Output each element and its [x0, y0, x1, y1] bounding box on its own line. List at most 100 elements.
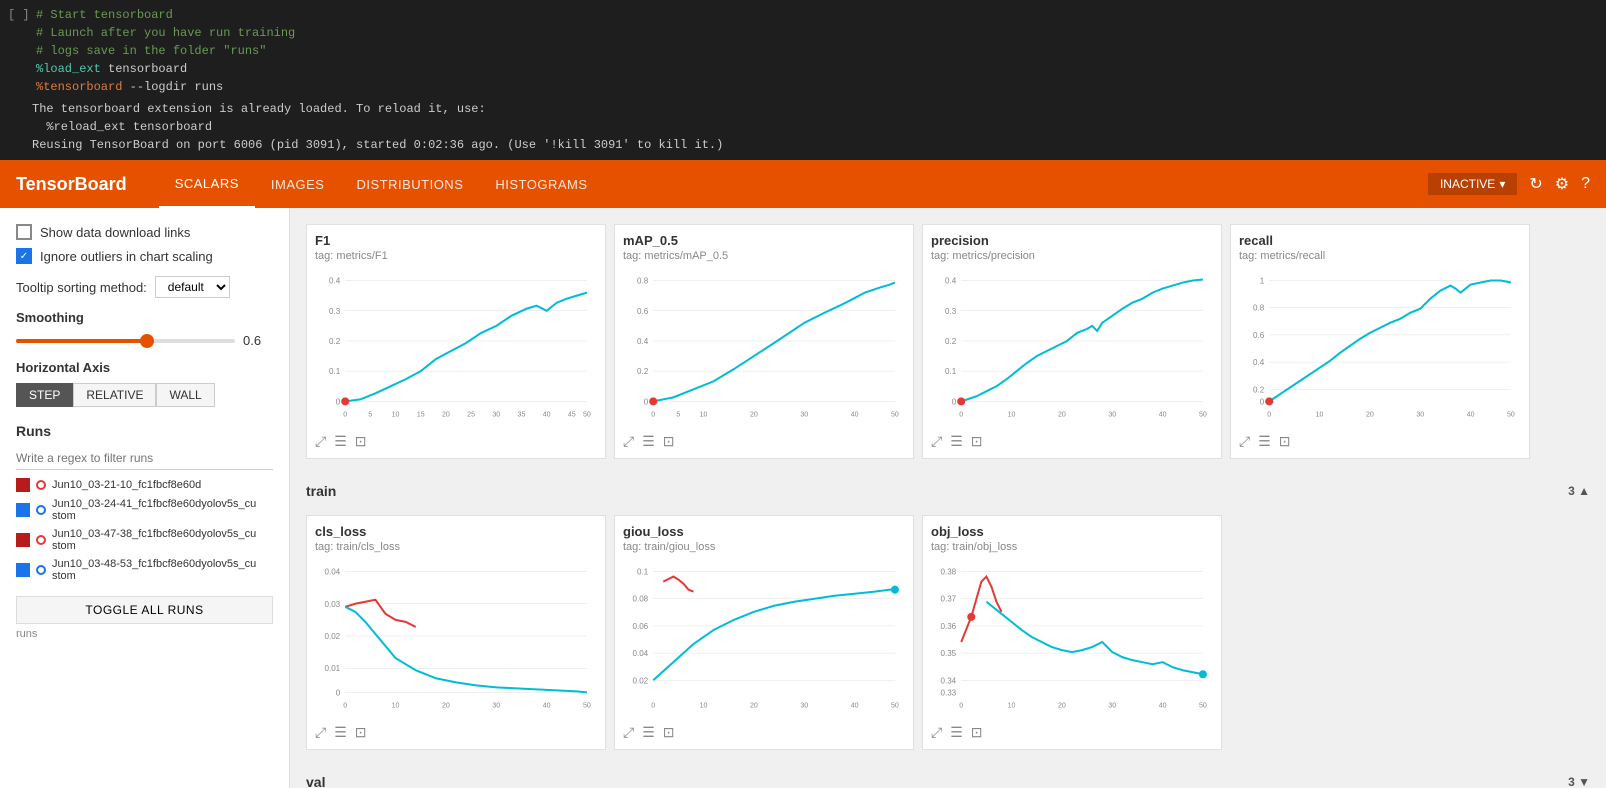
expand-icon[interactable]: ⤢ [931, 724, 942, 741]
svg-text:0.4: 0.4 [329, 277, 341, 286]
menu-icon[interactable]: ☰ [642, 724, 655, 741]
tooltip-label: Tooltip sorting method: [16, 280, 147, 295]
run-2-checkbox[interactable] [16, 503, 30, 517]
svg-text:40: 40 [1159, 703, 1167, 710]
train-section-header: train 3 ▲ [306, 475, 1590, 507]
svg-text:40: 40 [1467, 412, 1475, 419]
svg-text:0.04: 0.04 [325, 568, 341, 577]
chart-f1-actions: ⤢ ☰ ⊡ [315, 433, 597, 450]
expand-icon[interactable]: ⤢ [315, 724, 326, 741]
chart-f1: F1 tag: metrics/F1 0.4 0.3 0.2 [306, 224, 606, 459]
help-icon[interactable]: ? [1581, 175, 1590, 193]
show-download-checkbox[interactable] [16, 224, 32, 240]
status-badge[interactable]: INACTIVE ▾ [1428, 173, 1517, 195]
expand-icon[interactable]: ⤢ [623, 724, 634, 741]
val-section-toggle[interactable]: 3 ▼ [1568, 775, 1590, 788]
ignore-outliers-checkbox[interactable]: ✓ [16, 248, 32, 264]
expand-icon[interactable]: ⤢ [315, 433, 326, 450]
svg-text:0: 0 [959, 412, 963, 419]
svg-text:0.8: 0.8 [637, 277, 649, 286]
axis-relative-button[interactable]: RELATIVE [73, 383, 156, 407]
nav-scalars[interactable]: SCALARS [159, 160, 255, 208]
download-icon[interactable]: ⊡ [1279, 433, 1291, 450]
menu-icon[interactable]: ☰ [642, 433, 655, 450]
run-1-checkbox[interactable] [16, 478, 30, 492]
svg-text:0: 0 [644, 397, 649, 406]
axis-step-button[interactable]: STEP [16, 383, 73, 407]
chevron-down-icon: ▾ [1499, 177, 1505, 191]
download-icon[interactable]: ⊡ [355, 724, 367, 741]
train-section-toggle[interactable]: 3 ▲ [1568, 484, 1590, 498]
download-icon[interactable]: ⊡ [971, 724, 983, 741]
menu-icon[interactable]: ☰ [950, 433, 963, 450]
svg-text:0.4: 0.4 [637, 337, 649, 346]
show-download-label: Show data download links [40, 225, 190, 240]
svg-text:20: 20 [442, 703, 450, 710]
menu-icon[interactable]: ☰ [950, 724, 963, 741]
toggle-all-runs-button[interactable]: TOGGLE ALL RUNS [16, 596, 273, 624]
notebook-area: [ ] # Start tensorboard # Launch after y… [0, 0, 1606, 160]
menu-icon[interactable]: ☰ [334, 433, 347, 450]
smoothing-value: 0.6 [243, 333, 273, 348]
output-line: %reload_ext tensorboard [32, 118, 1598, 136]
svg-text:1: 1 [1260, 277, 1265, 286]
nav-distributions[interactable]: DISTRIBUTIONS [340, 160, 479, 208]
chart-objloss-actions: ⤢ ☰ ⊡ [931, 724, 1213, 741]
notebook-cell-1: [ ] # Start tensorboard # Launch after y… [0, 4, 1606, 98]
svg-text:0.2: 0.2 [637, 367, 649, 376]
svg-text:10: 10 [700, 703, 708, 710]
status-text: INACTIVE [1440, 177, 1495, 191]
axis-wall-button[interactable]: WALL [156, 383, 214, 407]
svg-text:0.1: 0.1 [637, 568, 649, 577]
tooltip-select[interactable]: default [155, 276, 230, 298]
cell-content: # Start tensorboard # Launch after you h… [36, 6, 1598, 96]
svg-text:0: 0 [959, 703, 963, 710]
svg-text:30: 30 [800, 412, 808, 419]
run-4-checkbox[interactable] [16, 563, 30, 577]
run-item-4: Jun10_03-48-53_fc1fbcf8e60dyolov5s_cu st… [16, 558, 273, 582]
svg-text:50: 50 [583, 703, 591, 710]
refresh-icon[interactable]: ↻ [1529, 174, 1542, 194]
expand-icon[interactable]: ⤢ [1239, 433, 1250, 450]
run-item-3: Jun10_03-47-38_fc1fbcf8e60dyolov5s_cu st… [16, 528, 273, 552]
chart-map05-actions: ⤢ ☰ ⊡ [623, 433, 905, 450]
nav-images[interactable]: IMAGES [255, 160, 341, 208]
chart-map05: mAP_0.5 tag: metrics/mAP_0.5 0.8 0.6 0.4… [614, 224, 914, 459]
svg-text:20: 20 [750, 703, 758, 710]
run-3-checkbox[interactable] [16, 533, 30, 547]
svg-text:50: 50 [1199, 412, 1207, 419]
chart-f1-svg: 0.4 0.3 0.2 0.1 0 0 5 10 15 20 25 30 35 [315, 266, 597, 426]
svg-text:30: 30 [1108, 703, 1116, 710]
cell-marker: [ ] [8, 6, 32, 24]
tb-header: TensorBoard SCALARS IMAGES DISTRIBUTIONS… [0, 160, 1606, 208]
chart-precision: precision tag: metrics/precision 0.4 0.3… [922, 224, 1222, 459]
svg-text:10: 10 [392, 412, 400, 419]
svg-text:0.1: 0.1 [945, 367, 957, 376]
settings-icon[interactable]: ⚙ [1555, 174, 1569, 194]
svg-text:15: 15 [417, 412, 425, 419]
menu-icon[interactable]: ☰ [334, 724, 347, 741]
download-icon[interactable]: ⊡ [663, 433, 675, 450]
svg-text:0: 0 [1260, 397, 1265, 406]
download-icon[interactable]: ⊡ [971, 433, 983, 450]
nav-histograms[interactable]: HISTOGRAMS [479, 160, 603, 208]
runs-footer-label: runs [16, 628, 273, 640]
code-line: %load_ext tensorboard [36, 60, 1598, 78]
chart-recall-title: recall [1239, 233, 1521, 248]
output-line: The tensorboard extension is already loa… [32, 100, 1598, 118]
chart-recall-svg: 1 0.8 0.6 0.4 0.2 0 0 10 20 30 40 50 [1239, 266, 1521, 426]
smoothing-slider-thumb[interactable] [140, 334, 154, 348]
expand-icon[interactable]: ⤢ [931, 433, 942, 450]
chart-map05-title: mAP_0.5 [623, 233, 905, 248]
svg-text:25: 25 [467, 412, 475, 419]
download-icon[interactable]: ⊡ [663, 724, 675, 741]
svg-text:0: 0 [336, 688, 341, 697]
download-icon[interactable]: ⊡ [355, 433, 367, 450]
chart-precision-actions: ⤢ ☰ ⊡ [931, 433, 1213, 450]
expand-icon[interactable]: ⤢ [623, 433, 634, 450]
chart-giouloss-svg: 0.1 0.08 0.06 0.04 0.02 0 10 20 30 40 50 [623, 557, 905, 717]
show-download-option: Show data download links [16, 224, 273, 240]
runs-filter-input[interactable] [16, 447, 273, 470]
code-comment: # Launch after you have run training [36, 24, 1598, 42]
menu-icon[interactable]: ☰ [1258, 433, 1271, 450]
